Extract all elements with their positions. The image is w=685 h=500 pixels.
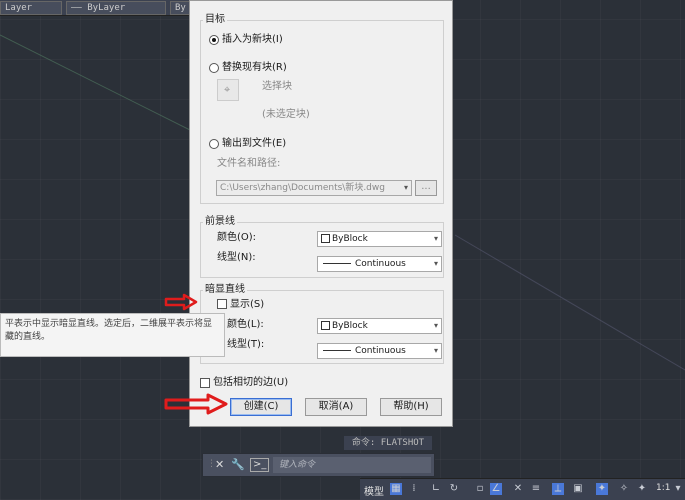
obs-color-label: 颜色(L): bbox=[227, 319, 264, 330]
fg-color-value: ByBlock bbox=[332, 234, 368, 244]
insert-new-block-radio[interactable] bbox=[209, 35, 219, 45]
3d-osnap-icon[interactable]: ▣ bbox=[572, 483, 584, 495]
color-swatch-icon bbox=[321, 321, 330, 330]
insert-new-block-label: 插入为新块(I) bbox=[222, 34, 283, 45]
no-block-selected-text: (未选定块) bbox=[262, 109, 310, 120]
export-file-label: 输出到文件(E) bbox=[222, 138, 287, 149]
color-swatch-icon bbox=[321, 234, 330, 243]
linetype-sample-icon bbox=[323, 350, 351, 351]
foreground-group-title: 前景线 bbox=[203, 216, 237, 228]
obscured-group-title: 暗显直线 bbox=[203, 284, 247, 296]
command-input[interactable]: 键入命令 bbox=[273, 457, 431, 473]
model-tab[interactable]: 模型 bbox=[364, 483, 384, 498]
fg-color-label: 颜色(O): bbox=[217, 232, 257, 243]
chevron-down-icon: ▾ bbox=[433, 234, 438, 243]
annotation-visibility-icon[interactable]: ✧ bbox=[618, 483, 630, 495]
fg-linetype-value: Continuous bbox=[355, 259, 406, 269]
tooltip-line-1: 平表示中显示暗显直线。选定后，二维展平表示将显 bbox=[5, 319, 213, 329]
chevron-down-icon: ▾ bbox=[433, 321, 438, 330]
osnap-icon[interactable]: ▫ bbox=[474, 483, 486, 495]
export-file-radio[interactable] bbox=[209, 139, 219, 149]
polar-icon[interactable]: ↻ bbox=[448, 483, 460, 495]
obs-color-combo[interactable]: ByBlock ▾ bbox=[317, 318, 442, 334]
fg-linetype-combo[interactable]: Continuous ▾ bbox=[317, 256, 442, 272]
color-combo[interactable]: —— ByLayer bbox=[66, 1, 166, 15]
chevron-down-icon: ▾ bbox=[433, 259, 438, 268]
include-tangent-checkbox[interactable] bbox=[200, 378, 210, 388]
fg-color-combo[interactable]: ByBlock ▾ bbox=[317, 231, 442, 247]
transparency-icon[interactable]: ≡ bbox=[530, 483, 542, 495]
properties-toolbar: Layer —— ByLayer By bbox=[0, 0, 200, 16]
fg-linetype-label: 线型(N): bbox=[217, 252, 256, 263]
grid-icon[interactable]: ▦ bbox=[390, 483, 402, 495]
cancel-button[interactable]: 取消(A) bbox=[305, 398, 367, 416]
close-icon[interactable]: ✕ bbox=[215, 458, 224, 471]
chevron-down-icon: ▾ bbox=[403, 183, 408, 192]
otrack-icon[interactable]: ∠ bbox=[490, 483, 502, 495]
obs-linetype-combo[interactable]: Continuous ▾ bbox=[317, 343, 442, 359]
chevron-down-icon: ▾ bbox=[433, 346, 438, 355]
filename-path-label: 文件名和路径: bbox=[217, 158, 281, 169]
annotation-scale[interactable]: 1:1 bbox=[656, 483, 670, 493]
show-obscured-checkbox[interactable] bbox=[217, 299, 227, 309]
browse-button[interactable]: ... bbox=[415, 180, 437, 196]
target-group-title: 目标 bbox=[203, 14, 227, 26]
filename-path-value: C:\Users\zhang\Documents\新块.dwg bbox=[220, 183, 385, 193]
chevron-down-icon[interactable]: ▾ bbox=[672, 483, 684, 495]
lineweight-icon[interactable]: ✕ bbox=[512, 483, 524, 495]
ortho-icon[interactable]: ∟ bbox=[430, 483, 442, 495]
recent-command: 命令: FLATSHOT bbox=[344, 436, 432, 450]
status-bar: 模型 ▦ ⁞ ∟ ↻ ▫ ∠ ✕ ≡ ⟂ ▣ ✦ ✧ ✦ 1:1 ▾ bbox=[360, 478, 685, 500]
create-button[interactable]: 创建(C) bbox=[230, 398, 292, 416]
tooltip-line-2: 藏的直线。 bbox=[5, 332, 51, 342]
pick-crosshair-icon: ⌖ bbox=[224, 83, 231, 96]
select-block-label: 选择块 bbox=[262, 81, 292, 92]
selection-cycling-icon[interactable]: ⟂ bbox=[552, 483, 564, 495]
dynamic-ucs-icon[interactable]: ✦ bbox=[596, 483, 608, 495]
flatshot-dialog: 目标 插入为新块(I) 替换现有块(R) ⌖ 选择块 (未选定块) 输出到文件(… bbox=[189, 0, 453, 427]
red-arrow-icon bbox=[164, 293, 198, 311]
include-tangent-label: 包括相切的边(U) bbox=[213, 377, 289, 388]
auto-scale-icon[interactable]: ✦ bbox=[636, 483, 648, 495]
replace-block-radio[interactable] bbox=[209, 63, 219, 73]
wrench-icon[interactable]: 🔧 bbox=[231, 458, 245, 471]
show-obscured-label: 显示(S) bbox=[230, 299, 265, 310]
filename-path-combo[interactable]: C:\Users\zhang\Documents\新块.dwg ▾ bbox=[216, 180, 412, 196]
select-block-button[interactable]: ⌖ bbox=[217, 79, 239, 101]
obs-color-value: ByBlock bbox=[332, 321, 368, 331]
help-button[interactable]: 帮助(H) bbox=[380, 398, 442, 416]
command-line: ⋮ ✕ 🔧 >_ 键入命令 bbox=[202, 453, 435, 477]
replace-block-label: 替换现有块(R) bbox=[222, 62, 287, 73]
show-obscured-tooltip: 平表示中显示暗显直线。选定后，二维展平表示将显 藏的直线。 bbox=[0, 313, 225, 357]
layer-combo[interactable]: Layer bbox=[0, 1, 62, 15]
red-arrow-icon bbox=[164, 393, 228, 415]
snap-icon[interactable]: ⁞ bbox=[408, 483, 420, 495]
obs-linetype-label: 线型(T): bbox=[227, 339, 265, 350]
linetype-sample-icon bbox=[323, 263, 351, 264]
obs-linetype-value: Continuous bbox=[355, 346, 406, 356]
command-prompt-icon[interactable]: >_ bbox=[250, 458, 270, 472]
target-group bbox=[200, 20, 444, 204]
